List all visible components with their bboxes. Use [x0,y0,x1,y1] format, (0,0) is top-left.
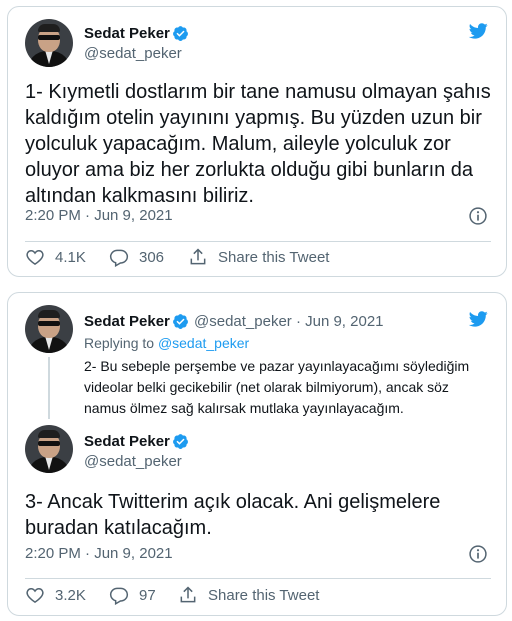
replying-prefix: Replying to [84,335,155,351]
avatar[interactable] [25,425,73,473]
tweet-timestamp[interactable]: 2:20 PM · Jun 9, 2021 [25,545,173,562]
share-icon [180,586,196,603]
author-name[interactable]: Sedat Peker [84,433,170,450]
tweet-text: 3- Ancak Twitterim açık olacak. Ani geli… [25,489,440,541]
divider [25,578,491,579]
reply-icon [109,587,129,605]
parent-author-name[interactable]: Sedat Peker [84,313,170,330]
tweet-text-line: 3- Ancak Twitterim açık olacak. Ani geli… [25,491,441,513]
like-count: 3.2K [55,586,86,604]
replying-mention-link[interactable]: @sedat_peker [158,335,249,351]
reply-count: 97 [139,586,156,604]
parent-tweet-text-line: namus ölmez sağ kalırsak mutlaka yayınla… [84,400,404,416]
verified-badge-icon [173,314,188,329]
avatar[interactable] [25,305,73,353]
tweet-text: 1- Kıymetli dostlarım bir tane namusu ol… [25,79,491,209]
share-label: Share this Tweet [208,586,320,604]
author-name[interactable]: Sedat Peker [84,25,170,42]
share-icon [190,248,206,265]
parent-author-handle-date[interactable]: @sedat_peker · Jun 9, 2021 [194,313,384,330]
author-handle[interactable]: @sedat_peker [84,453,182,470]
tweet-timestamp[interactable]: 2:20 PM · Jun 9, 2021 [25,207,173,224]
tweet-text-line: yolculuk yapacağım. Malum, aileyle yolcu… [25,133,451,155]
tweet-text-line: kaldığım otelin yayınını yapmış. Bu yüzd… [25,107,482,129]
thread-line [48,357,50,419]
like-count: 4.1K [55,248,86,266]
share-label: Share this Tweet [218,248,330,266]
verified-badge-icon [173,434,188,449]
tweet-text-line: altından kalkmasını biliriz. [25,185,254,207]
twitter-bird-icon[interactable] [466,21,490,41]
reply-button[interactable]: 306 [109,247,164,267]
replying-to: Replying to @sedat_peker [84,335,249,351]
heart-icon [26,249,44,265]
tweet-text-line: 1- Kıymetli dostlarım bir tane namusu ol… [25,81,491,103]
like-button[interactable]: 3.2K [25,585,86,605]
like-button[interactable]: 4.1K [25,247,86,267]
tweet-card-2[interactable]: Sedat Peker @sedat_peker · Jun 9, 2021 R… [7,292,507,616]
tweet-text-line: oluyor ama biz her zorlukta olduğu gibi … [25,159,474,181]
parent-tweet-text-line: 2- Bu sebeple perşembe ve pazar yayınlay… [84,358,470,374]
twitter-bird-icon[interactable] [466,309,490,329]
tweet-card-1[interactable]: Sedat Peker @sedat_peker 1- Kıymetli dos… [7,6,507,277]
parent-tweet-text-line: videolar belki gecikebilir (net olarak b… [84,379,449,395]
share-button[interactable]: Share this Tweet [188,247,329,267]
divider [25,241,491,242]
verified-badge-icon [173,26,188,41]
info-icon[interactable] [468,206,488,226]
parent-tweet-text: 2- Bu sebeple perşembe ve pazar yayınlay… [84,356,469,419]
avatar[interactable] [25,19,73,67]
reply-count: 306 [139,248,165,266]
reply-icon [109,249,129,267]
author-handle[interactable]: @sedat_peker [84,45,182,62]
info-icon[interactable] [468,544,488,564]
share-button[interactable]: Share this Tweet [178,585,319,605]
heart-icon [26,587,44,603]
tweet-text-line: buradan katılacağım. [25,517,212,539]
reply-button[interactable]: 97 [109,585,156,605]
